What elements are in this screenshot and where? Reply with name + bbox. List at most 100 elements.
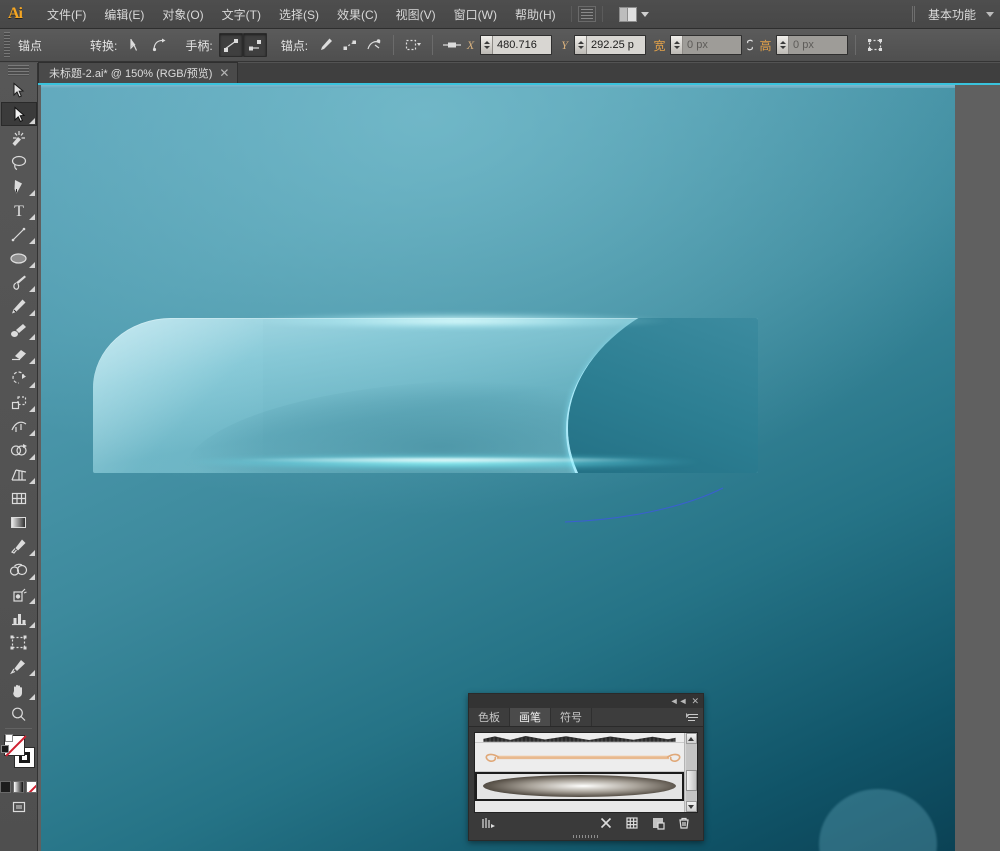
selected-path-outline[interactable] [563,486,753,526]
new-brush-button[interactable] [645,814,671,832]
document-tab[interactable]: 未标题-2.ai* @ 150% (RGB/预览) ✕ [38,62,239,83]
tools-panel-grip[interactable] [8,65,29,76]
cut-path-icon[interactable] [362,33,386,57]
brushes-panel[interactable]: ◄◄ ✕ 色板 画笔 符号 [468,693,704,841]
slice-tool[interactable] [1,654,37,678]
menu-file[interactable]: 文件(F) [38,2,95,27]
rotate-tool[interactable] [1,366,37,390]
hide-handles-icon[interactable] [242,33,267,57]
delete-brush-button[interactable] [671,814,697,832]
tab-brushes[interactable]: 画笔 [510,708,551,726]
none-mode-button[interactable] [26,781,37,793]
line-segment-tool[interactable] [1,222,37,246]
hand-tool[interactable] [1,678,37,702]
scale-tool[interactable] [1,390,37,414]
scroll-up-button[interactable] [685,733,697,744]
menu-type[interactable]: 文字(T) [213,2,270,27]
menu-effect[interactable]: 效果(C) [328,2,387,27]
panel-menu-icon[interactable] [683,708,703,726]
magic-wand-tool[interactable] [1,126,37,150]
brushes-list[interactable] [474,732,698,813]
width-stepper[interactable] [671,36,684,54]
width-tool[interactable] [1,414,37,438]
resize-grip[interactable] [469,833,703,840]
brushes-scrollbar[interactable] [684,733,697,812]
y-input[interactable] [587,36,646,54]
x-axis-label: X [466,37,475,52]
column-graph-tool[interactable] [1,606,37,630]
eyedropper-tool[interactable] [1,534,37,558]
workspace-switcher[interactable]: 基本功能 [911,3,1000,26]
lasso-tool[interactable] [1,150,37,174]
blob-brush-tool[interactable] [1,318,37,342]
mesh-tool[interactable] [1,486,37,510]
eraser-tool[interactable] [1,342,37,366]
arrange-documents-icon[interactable] [618,6,649,22]
pen-tool[interactable] [1,174,37,198]
x-stepper[interactable] [481,36,494,54]
height-input[interactable] [789,36,848,54]
symbol-sprayer-tool[interactable] [1,582,37,606]
convert-to-smooth-icon[interactable] [147,33,171,57]
selection-tool[interactable] [1,78,37,102]
scroll-thumb[interactable] [685,770,697,791]
swap-fill-stroke-icon[interactable] [1,745,9,753]
remove-brush-stroke-button[interactable] [593,814,619,832]
ellipse-tool[interactable] [1,246,37,270]
list-item[interactable] [475,772,684,801]
height-field[interactable] [776,35,849,55]
convert-to-corner-icon[interactable] [123,33,147,57]
gradient-mode-button[interactable] [13,781,24,793]
color-mode-button[interactable] [0,781,11,793]
menu-select[interactable]: 选择(S) [270,2,328,27]
bridge-icon[interactable] [577,6,596,22]
type-tool[interactable]: T [1,198,37,222]
list-item[interactable] [475,733,684,743]
scroll-track[interactable] [685,744,697,801]
brush-libraries-button[interactable] [475,814,501,832]
artboard-tool[interactable] [1,630,37,654]
panel-titlebar[interactable]: ◄◄ ✕ [469,694,703,708]
brush-options-button[interactable] [619,814,645,832]
workspace-label[interactable]: 基本功能 [922,3,982,26]
menu-help[interactable]: 帮助(H) [506,2,565,27]
menu-object[interactable]: 对象(O) [153,2,212,27]
tab-symbols[interactable]: 符号 [551,708,592,726]
shape-builder-tool[interactable] [1,438,37,462]
remove-anchor-icon[interactable] [314,33,338,57]
y-coordinate-field[interactable] [574,35,647,55]
connect-anchor-icon[interactable] [338,33,362,57]
change-screen-mode-button[interactable] [10,799,28,815]
transform-panel-icon[interactable] [863,33,887,57]
isolate-selected-object-icon[interactable] [401,33,425,57]
perspective-grid-tool[interactable] [1,462,37,486]
gradient-tool[interactable] [1,510,37,534]
x-input[interactable] [493,36,552,54]
width-input[interactable] [683,36,742,54]
menu-edit[interactable]: 编辑(E) [95,2,153,27]
link-proportions-icon[interactable] [742,36,758,54]
default-fill-stroke-icon[interactable] [5,734,13,742]
close-icon[interactable]: ✕ [219,67,229,79]
direct-selection-tool[interactable] [0,102,37,126]
close-panel-icon[interactable]: ✕ [691,696,699,706]
glass-ribbon-shape[interactable] [93,312,758,523]
width-field[interactable] [670,35,743,55]
y-stepper[interactable] [575,36,588,54]
zoom-tool[interactable] [1,702,37,726]
tab-swatches[interactable]: 色板 [469,708,510,726]
align-icon[interactable] [440,33,464,57]
menu-view[interactable]: 视图(V) [387,2,445,27]
paintbrush-tool[interactable] [1,270,37,294]
list-item[interactable] [475,743,684,772]
height-stepper[interactable] [777,36,790,54]
scroll-down-button[interactable] [685,801,697,812]
chevron-down-icon[interactable] [986,11,994,17]
control-bar-grip[interactable] [4,32,10,58]
collapse-panel-icon[interactable]: ◄◄ [670,696,688,706]
menu-window[interactable]: 窗口(W) [445,2,506,27]
x-coordinate-field[interactable] [480,35,553,55]
blend-tool[interactable] [1,558,37,582]
show-handles-icon[interactable] [218,33,243,57]
pencil-tool[interactable] [1,294,37,318]
